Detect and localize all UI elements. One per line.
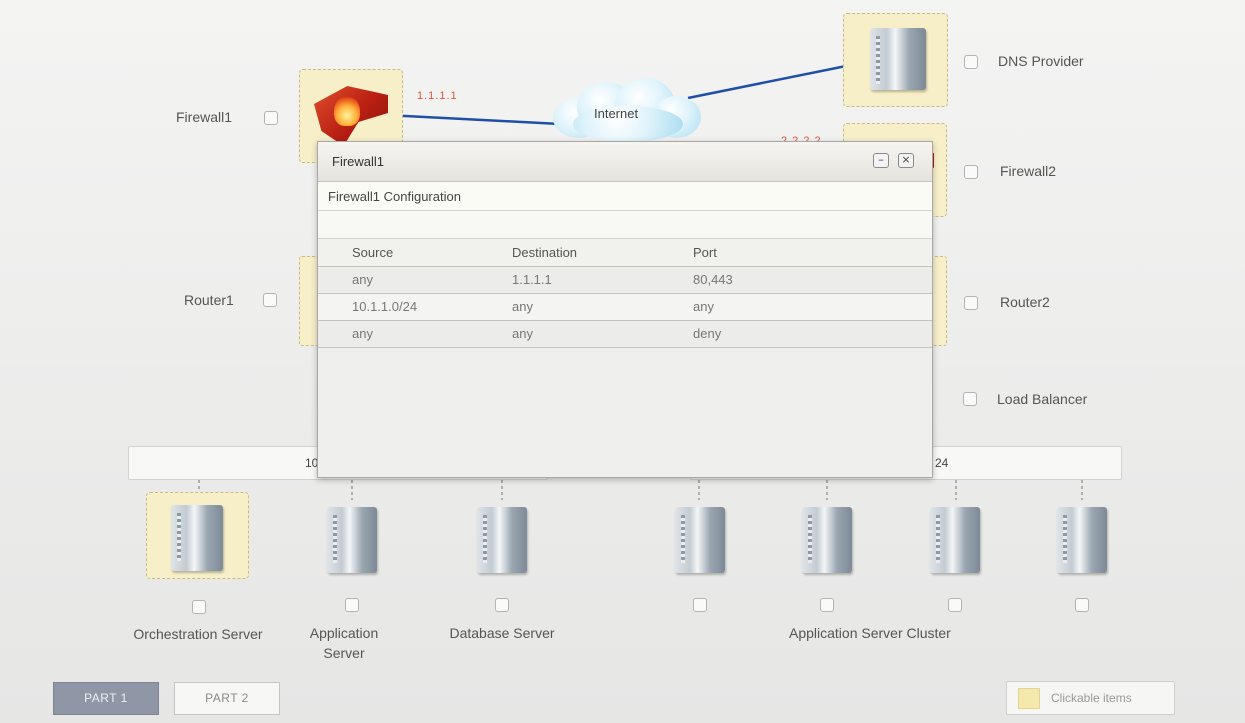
rule-port[interactable]: 80,443 xyxy=(693,266,932,294)
server-icon xyxy=(870,28,926,90)
application-server-device[interactable] xyxy=(310,494,394,580)
dns-provider-label: DNS Provider xyxy=(998,53,1084,69)
cluster-server-4-checkbox[interactable] xyxy=(1075,598,1089,612)
close-icon[interactable]: × xyxy=(898,153,914,168)
rule-source[interactable]: any xyxy=(318,266,508,294)
server-icon xyxy=(675,507,725,573)
rule-destination[interactable]: any xyxy=(508,293,693,321)
rule-destination[interactable]: 1.1.1.1 xyxy=(508,266,693,294)
database-server-label: Database Server xyxy=(449,625,555,641)
server-icon xyxy=(802,507,852,573)
orchestration-server-device[interactable] xyxy=(146,492,249,579)
dialog-title: Firewall1 xyxy=(332,154,385,169)
cluster-server-1-device[interactable] xyxy=(656,494,740,580)
cluster-server-3-device[interactable] xyxy=(913,494,997,580)
rule-source[interactable]: 10.1.1.0/24 xyxy=(318,293,508,321)
orchestration-server-label: Orchestration Server xyxy=(133,626,263,642)
rule-port[interactable]: any xyxy=(693,293,932,321)
firewall2-checkbox[interactable] xyxy=(964,165,978,179)
application-server-label: Application Server xyxy=(309,625,379,661)
minimize-icon[interactable]: – xyxy=(873,153,889,168)
application-server-cluster-label: Application Server Cluster xyxy=(789,625,951,641)
link-firewall1-internet xyxy=(385,113,561,126)
cluster-server-2-device[interactable] xyxy=(785,494,869,580)
dns-provider-checkbox[interactable] xyxy=(964,55,978,69)
router2-checkbox[interactable] xyxy=(964,296,978,310)
table-row[interactable]: any any deny xyxy=(318,320,932,348)
subnet-right-label: 24 xyxy=(935,456,949,470)
table-row[interactable]: 10.1.1.0/24 any any xyxy=(318,293,932,321)
firewall-rules-table: Source Destination Port any 1.1.1.1 80,4… xyxy=(318,239,932,348)
cluster-server-2-checkbox[interactable] xyxy=(820,598,834,612)
tab-part-2[interactable]: PART 2 xyxy=(174,682,280,715)
server-icon xyxy=(477,507,527,573)
rule-source[interactable]: any xyxy=(318,320,508,348)
table-header-row: Source Destination Port xyxy=(318,239,932,267)
dns-provider-device[interactable] xyxy=(843,13,948,107)
server-icon xyxy=(327,507,377,573)
server-icon xyxy=(171,505,223,571)
application-server-checkbox[interactable] xyxy=(345,598,359,612)
rule-destination[interactable]: any xyxy=(508,320,693,348)
database-server-checkbox[interactable] xyxy=(495,598,509,612)
load-balancer-label: Load Balancer xyxy=(997,391,1088,407)
column-source: Source xyxy=(318,239,508,267)
legend-swatch xyxy=(1018,688,1040,709)
orchestration-server-checkbox[interactable] xyxy=(192,600,206,614)
firewall1-ip: 1.1.1.1 xyxy=(417,90,458,102)
cluster-server-4-device[interactable] xyxy=(1040,494,1124,580)
internet-label: Internet xyxy=(594,106,639,121)
internet-cloud: Internet xyxy=(553,78,701,142)
dialog-subtitle: Firewall1 Configuration xyxy=(318,182,932,211)
dialog-spacer xyxy=(318,211,932,239)
flame-icon xyxy=(334,96,360,126)
firewall2-label: Firewall2 xyxy=(1000,163,1057,179)
dialog-title-bar[interactable]: Firewall1 – × xyxy=(318,142,932,182)
clickable-items-legend: Clickable items xyxy=(1006,681,1175,715)
column-port: Port xyxy=(693,239,932,267)
server-icon xyxy=(930,507,980,573)
cluster-server-3-checkbox[interactable] xyxy=(948,598,962,612)
router1-checkbox[interactable] xyxy=(263,293,277,307)
column-destination: Destination xyxy=(508,239,693,267)
tab-part-1[interactable]: PART 1 xyxy=(53,682,159,715)
firewall1-checkbox[interactable] xyxy=(264,111,278,125)
rule-port[interactable]: deny xyxy=(693,320,932,348)
router2-label: Router2 xyxy=(1000,294,1050,310)
router1-label: Router1 xyxy=(184,292,234,308)
load-balancer-checkbox[interactable] xyxy=(963,392,977,406)
cluster-server-1-checkbox[interactable] xyxy=(693,598,707,612)
firewall1-config-dialog: Firewall1 – × Firewall1 Configuration So… xyxy=(317,141,933,478)
server-icon xyxy=(1057,507,1107,573)
database-server-device[interactable] xyxy=(460,494,544,580)
table-row[interactable]: any 1.1.1.1 80,443 xyxy=(318,266,932,294)
router1-device[interactable] xyxy=(299,256,319,346)
firewall1-label: Firewall1 xyxy=(176,109,233,125)
link-internet-dns xyxy=(687,60,867,100)
legend-label: Clickable items xyxy=(1051,691,1132,705)
